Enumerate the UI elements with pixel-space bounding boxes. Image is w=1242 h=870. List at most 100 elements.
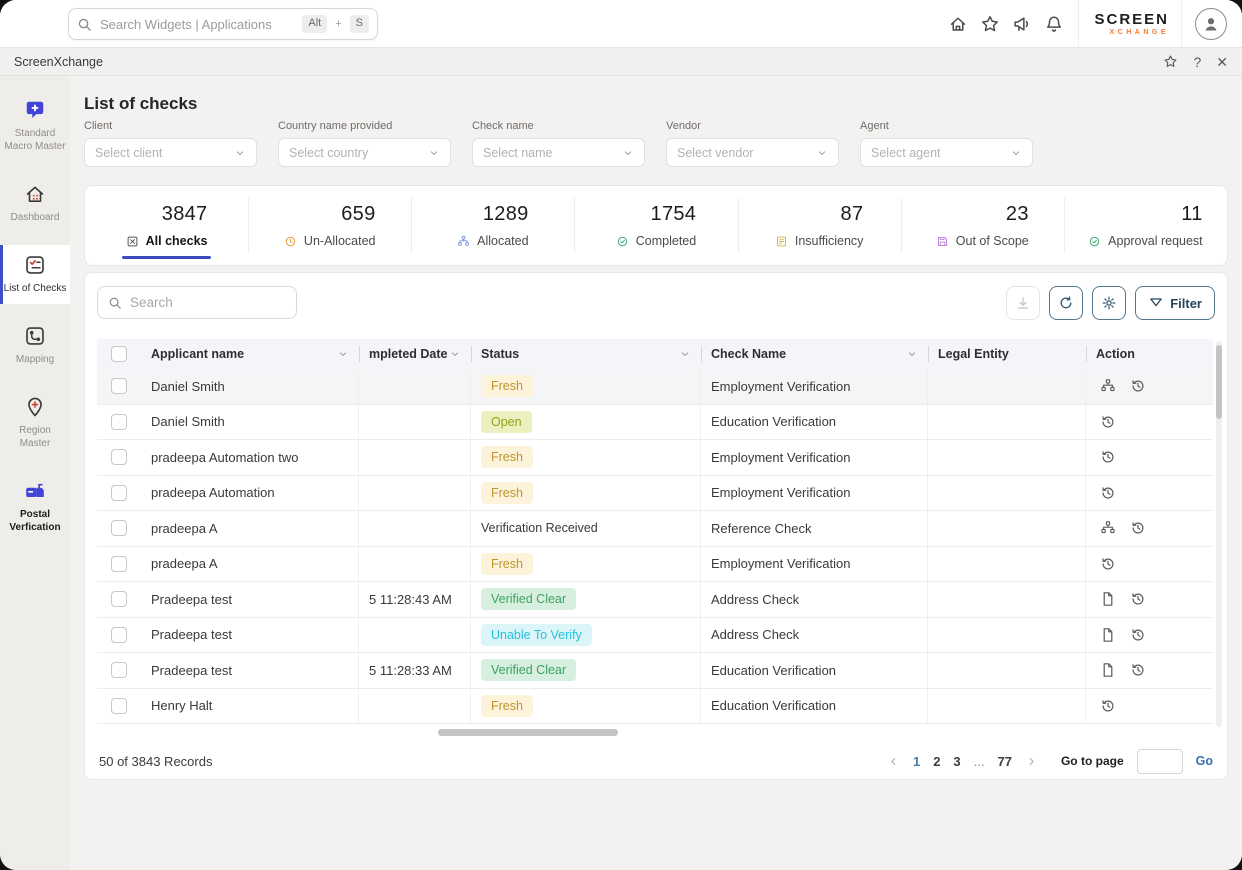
header-checkbox-cell (97, 346, 141, 362)
row-checkbox[interactable] (111, 627, 127, 643)
stat-tab[interactable]: 23 Out of Scope (901, 186, 1064, 265)
page-number[interactable]: ... (974, 754, 985, 769)
filter-select[interactable]: Select client (84, 138, 257, 167)
sort-chevron-icon[interactable] (449, 348, 461, 360)
column-header-label: mpleted Date (369, 347, 448, 361)
sidebar-item[interactable]: Region Master (0, 387, 70, 459)
filter-select[interactable]: Select name (472, 138, 645, 167)
sort-chevron-icon[interactable] (906, 348, 918, 360)
row-checkbox[interactable] (111, 591, 127, 607)
table-row[interactable]: Daniel Smith Fresh Employment Verificati… (97, 369, 1213, 405)
download-button[interactable] (1006, 286, 1040, 320)
action-icon[interactable] (1100, 662, 1116, 678)
row-checkbox[interactable] (111, 662, 127, 678)
action-icon[interactable] (1100, 698, 1116, 714)
stat-tab[interactable]: 659 Un-Allocated (248, 186, 411, 265)
row-checkbox[interactable] (111, 414, 127, 430)
action-icon[interactable] (1130, 627, 1146, 643)
action-icon[interactable] (1100, 449, 1116, 465)
completed-date-cell (359, 547, 471, 582)
action-icon[interactable] (1100, 556, 1116, 572)
check-name-cell: Education Verification (701, 689, 928, 724)
go-button[interactable]: Go (1196, 754, 1213, 768)
stat-tab[interactable]: 87 Insufficiency (738, 186, 901, 265)
stat-tab[interactable]: 1754 Completed (574, 186, 737, 265)
table-row[interactable]: Pradeepa test 5 11:28:33 AM Verified Cle… (97, 653, 1213, 689)
sidebar-item[interactable]: List of Checks (0, 245, 70, 304)
settings-button[interactable] (1092, 286, 1126, 320)
filter-select[interactable]: Select agent (860, 138, 1033, 167)
stat-tab[interactable]: 11 Approval request (1064, 186, 1227, 265)
prev-page-icon[interactable] (887, 755, 900, 768)
notifications-button[interactable] (1038, 8, 1070, 40)
row-checkbox[interactable] (111, 449, 127, 465)
global-search-input[interactable]: Search Widgets | Applications Alt + S (68, 8, 378, 40)
table-row[interactable]: Pradeepa test 5 11:28:43 AM Verified Cle… (97, 582, 1213, 618)
page-number[interactable]: 3 (953, 754, 960, 769)
column-header[interactable]: Legal Entity (928, 339, 1086, 369)
column-header[interactable]: Action (1086, 339, 1213, 369)
help-icon[interactable]: ? (1193, 55, 1201, 69)
table-row[interactable]: pradeepa A Verification Received Referen… (97, 511, 1213, 547)
table-row[interactable]: pradeepa Automation two Fresh Employment… (97, 440, 1213, 476)
vertical-scrollbar-thumb[interactable] (1216, 345, 1222, 419)
legal-entity-cell (928, 405, 1086, 440)
refresh-button[interactable] (1049, 286, 1083, 320)
horizontal-scrollbar-thumb[interactable] (438, 729, 618, 736)
select-all-checkbox[interactable] (111, 346, 127, 362)
row-checkbox[interactable] (111, 556, 127, 572)
action-icon[interactable] (1100, 414, 1116, 430)
vertical-scrollbar[interactable] (1216, 341, 1222, 727)
action-icon[interactable] (1100, 627, 1116, 643)
action-icon[interactable] (1130, 378, 1146, 394)
goto-page-input[interactable] (1137, 749, 1183, 774)
table-row[interactable]: Pradeepa test Unable To Verify Address C… (97, 618, 1213, 654)
filter-label: Country name provided (278, 120, 451, 132)
stat-inner: 3847 All checks (126, 203, 208, 248)
action-icon[interactable] (1130, 591, 1146, 607)
favorite-window-icon[interactable] (1163, 54, 1178, 69)
column-header[interactable]: mpleted Date (359, 339, 471, 369)
home-button[interactable] (942, 8, 974, 40)
sort-chevron-icon[interactable] (679, 348, 691, 360)
table-search-input[interactable] (130, 295, 286, 310)
user-avatar[interactable] (1195, 8, 1227, 40)
table-row[interactable]: pradeepa Automation Fresh Employment Ver… (97, 476, 1213, 512)
sidebar-item[interactable]: Mapping (0, 316, 70, 375)
announcements-button[interactable] (1006, 8, 1038, 40)
action-icon[interactable] (1100, 485, 1116, 501)
filter-select[interactable]: Select country (278, 138, 451, 167)
action-icon[interactable] (1100, 591, 1116, 607)
sort-chevron-icon[interactable] (337, 348, 349, 360)
sidebar-item[interactable]: Postal Verfication (0, 471, 70, 543)
row-checkbox[interactable] (111, 378, 127, 394)
topbar-actions: SCREEN XCHANGE (942, 0, 1242, 48)
column-header[interactable]: Status (471, 339, 701, 369)
sidebar-item[interactable]: Standard Macro Master (0, 90, 70, 162)
filter-button[interactable]: Filter (1135, 286, 1215, 320)
table-body: Daniel Smith Fresh Employment Verificati… (97, 369, 1213, 724)
column-header[interactable]: Check Name (701, 339, 928, 369)
favorites-button[interactable] (974, 8, 1006, 40)
action-icon[interactable] (1130, 662, 1146, 678)
action-icon[interactable] (1130, 520, 1146, 536)
table-row[interactable]: Daniel Smith Open Education Verification (97, 405, 1213, 441)
row-checkbox[interactable] (111, 520, 127, 536)
filter-select[interactable]: Select vendor (666, 138, 839, 167)
table-row[interactable]: Henry Halt Fresh Education Verification (97, 689, 1213, 725)
page-number[interactable]: 77 (998, 754, 1012, 769)
table-search[interactable] (97, 286, 297, 319)
action-icon[interactable] (1100, 520, 1116, 536)
next-page-icon[interactable] (1025, 755, 1038, 768)
row-checkbox[interactable] (111, 698, 127, 714)
page-number[interactable]: 2 (933, 754, 940, 769)
column-header[interactable]: Applicant name (141, 339, 359, 369)
row-checkbox[interactable] (111, 485, 127, 501)
page-number[interactable]: 1 (913, 754, 920, 769)
stat-tab[interactable]: 1289 Allocated (411, 186, 574, 265)
sidebar-item[interactable]: Dashboard (0, 174, 70, 233)
table-row[interactable]: pradeepa A Fresh Employment Verification (97, 547, 1213, 583)
close-icon[interactable]: ✕ (1216, 55, 1228, 69)
stat-tab[interactable]: 3847 All checks (85, 186, 248, 265)
action-icon[interactable] (1100, 378, 1116, 394)
